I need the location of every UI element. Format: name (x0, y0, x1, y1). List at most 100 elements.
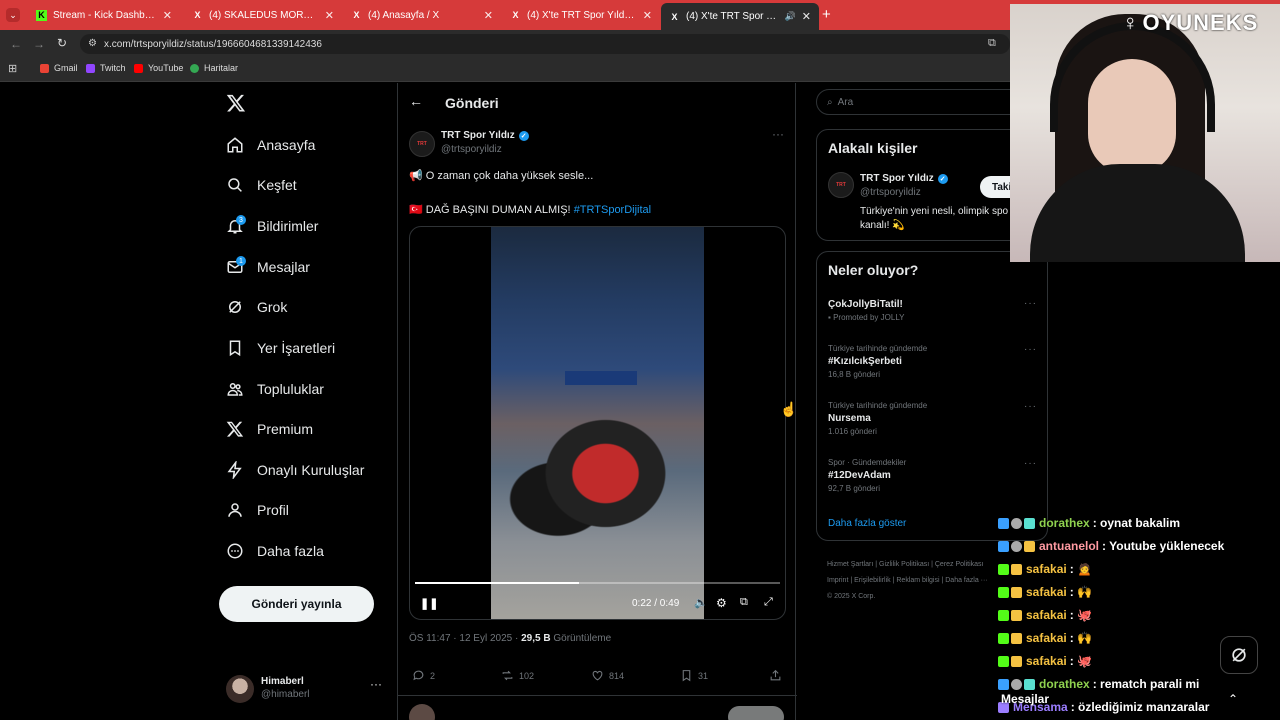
pip-icon[interactable]: ⧉ (740, 596, 748, 609)
sidebar-item-premium[interactable]: Premium (226, 414, 313, 444)
sidebar-item-notifications[interactable]: 3 Bildirimler (226, 211, 318, 241)
grok-floating-button[interactable] (1220, 636, 1258, 674)
apps-grid-icon[interactable]: ⊞ (8, 62, 17, 75)
promoted-label: ▪ Promoted by JOLLY (828, 313, 905, 322)
related-handle: @trtsporyildiz (860, 187, 921, 198)
speaker-icon[interactable]: 🔊 (785, 11, 796, 22)
reload-icon[interactable]: ↻ (57, 36, 67, 50)
bookmark-maps[interactable]: Haritalar (190, 63, 238, 73)
trend-item[interactable]: Türkiye tarihinde gündemde Nursema 1.016… (828, 401, 1038, 436)
bookmark-gmail[interactable]: Gmail (40, 63, 78, 73)
sidebar-item-label: Grok (257, 299, 288, 315)
trend-more-icon[interactable]: ··· (1024, 401, 1037, 412)
tab-trt-spor-1[interactable]: X (4) X'te TRT Spor Yıldız: "📢 O ✕ (502, 4, 660, 26)
video-player[interactable]: ❚❚ 0:22 / 0:49 🔈 ⚙ ⧉ ⤢ (409, 226, 786, 620)
tab-trt-spor-active[interactable]: X (4) X'te TRT Spor Yıldız: "📢 🔊 ✕ (661, 3, 819, 30)
settings-icon[interactable]: ⚙ (716, 596, 727, 610)
sidebar-item-label: Daha fazla (257, 543, 324, 559)
sidebar-item-label: Topluluklar (257, 381, 324, 397)
trend-more-icon[interactable]: ··· (1024, 298, 1037, 309)
message-badge: 1 (236, 256, 246, 266)
close-tab-icon[interactable]: ✕ (802, 10, 811, 23)
bookmark-button[interactable]: 31 (680, 669, 708, 682)
related-name[interactable]: TRT Spor Yıldız ✓ (860, 173, 948, 184)
maps-icon (190, 63, 199, 73)
communities-icon (227, 383, 243, 396)
chat-message: antuanelol: Youtube yüklenecek (998, 539, 1224, 553)
chat-message: dorathex: oynat bakalim (998, 516, 1180, 530)
fullscreen-icon[interactable]: ⤢ (764, 596, 773, 609)
hashtag-link[interactable]: #TRTSporDijital (574, 204, 651, 216)
chat-user: dorathex (1039, 516, 1090, 530)
author-avatar[interactable]: TRT (409, 131, 435, 157)
video-progress-track[interactable] (415, 582, 780, 584)
sidebar-item-more[interactable]: Daha fazla (226, 536, 324, 566)
gmail-icon (40, 63, 49, 73)
chat-badge-icon (1011, 655, 1022, 667)
chat-message: safakai: 🙌 (998, 631, 1092, 645)
pause-icon[interactable]: ❚❚ (420, 597, 438, 610)
trend-item[interactable]: Türkiye tarihinde gündemde #KızılcıkŞerb… (828, 344, 1038, 379)
sidebar-item-grok[interactable]: Grok (226, 292, 287, 322)
reply-button-disabled[interactable] (728, 706, 784, 720)
chat-user: dorathex (1039, 677, 1090, 691)
sidebar-item-communities[interactable]: Topluluklar (226, 374, 324, 404)
new-tab-button[interactable]: + (822, 6, 831, 23)
trend-more-icon[interactable]: ··· (1024, 344, 1037, 355)
repost-button[interactable]: 102 (501, 669, 534, 682)
tab-anasayfa[interactable]: X (4) Anasayfa / X ✕ (343, 4, 501, 26)
close-tab-icon[interactable]: ✕ (643, 9, 652, 22)
trend-item[interactable]: Spor · Gündemdekiler #12DevAdam 92,7 B g… (828, 458, 1038, 493)
url-bar[interactable]: ⚙ x.com/trtsporyildiz/status/19666046813… (80, 34, 1010, 54)
show-more-link[interactable]: Daha fazla göster (828, 518, 906, 529)
account-switcher[interactable]: Himaberl @himaberl ··· (226, 673, 386, 707)
repost-icon (502, 670, 513, 681)
related-avatar[interactable]: TRT (828, 172, 854, 198)
sidebar-item-verified-orgs[interactable]: Onaylı Kuruluşlar (226, 455, 364, 485)
close-tab-icon[interactable]: ✕ (325, 9, 334, 22)
sidebar-item-label: Premium (257, 421, 314, 437)
oyuneks-logo: ♀ OYUNEKS (1122, 10, 1258, 36)
chat-badge-icon (998, 563, 1009, 575)
bookmark-youtube[interactable]: YouTube (134, 63, 183, 73)
sidebar-item-bookmarks[interactable]: Yer İşaretleri (226, 333, 335, 363)
tab-list-icon[interactable]: ⌄ (6, 8, 20, 22)
section-title: Neler oluyor? (828, 262, 919, 278)
post-button[interactable]: Gönderi yayınla (219, 586, 374, 622)
sidebar-item-profile[interactable]: Profil (226, 495, 289, 525)
post-more-icon[interactable]: ··· (772, 127, 784, 141)
sidebar-item-explore[interactable]: Keşfet (226, 170, 297, 200)
x-logo-icon[interactable] (226, 93, 246, 113)
forward-icon[interactable]: → (33, 37, 45, 51)
account-more-icon[interactable]: ··· (370, 677, 382, 691)
reply-button[interactable]: 2 (412, 669, 435, 682)
avatar (226, 675, 254, 703)
sidebar-item-home[interactable]: Anasayfa (226, 130, 315, 160)
install-app-icon[interactable]: ⧉ (988, 37, 996, 50)
bookmark-twitch[interactable]: Twitch (86, 63, 126, 73)
volume-icon[interactable]: 🔈 (694, 596, 708, 609)
site-info-icon[interactable]: ⚙ (88, 38, 97, 49)
twitch-icon (86, 63, 95, 73)
like-button[interactable]: 814 (591, 669, 624, 682)
tab-skaledus[interactable]: X (4) SKALEDUS MORTIMAS Topl ✕ (184, 4, 342, 26)
trend-item-promoted[interactable]: ÇokJollyBiTatil! ▪ Promoted by JOLLY (828, 296, 1038, 322)
tab-title: (4) SKALEDUS MORTIMAS Topl (209, 9, 319, 21)
messages-overlay-label[interactable]: Mesajlar (1001, 692, 1049, 706)
eurobasket-banner (565, 371, 637, 385)
author-name[interactable]: TRT Spor Yıldız ✓ (441, 130, 529, 141)
share-button[interactable] (769, 669, 782, 682)
back-icon[interactable]: ← (10, 37, 22, 51)
messages-expand-icon[interactable]: ⌃ (1228, 692, 1238, 706)
chat-user: antuanelol (1039, 539, 1100, 553)
chat-text: : özlediğimiz manzaralar (1070, 700, 1210, 714)
tab-kick-dashboard[interactable]: K Stream - Kick Dashboard ✕ (28, 4, 180, 26)
close-tab-icon[interactable]: ✕ (163, 9, 172, 22)
trend-more-icon[interactable]: ··· (1024, 458, 1037, 469)
chat-badge-icon (1024, 517, 1035, 529)
close-tab-icon[interactable]: ✕ (484, 9, 493, 22)
sidebar-item-messages[interactable]: 1 Mesajlar (226, 252, 310, 282)
verified-badge-icon: ✓ (937, 173, 948, 184)
back-arrow-icon[interactable]: ← (409, 93, 423, 109)
video-time: 0:22 / 0:49 (632, 598, 680, 609)
